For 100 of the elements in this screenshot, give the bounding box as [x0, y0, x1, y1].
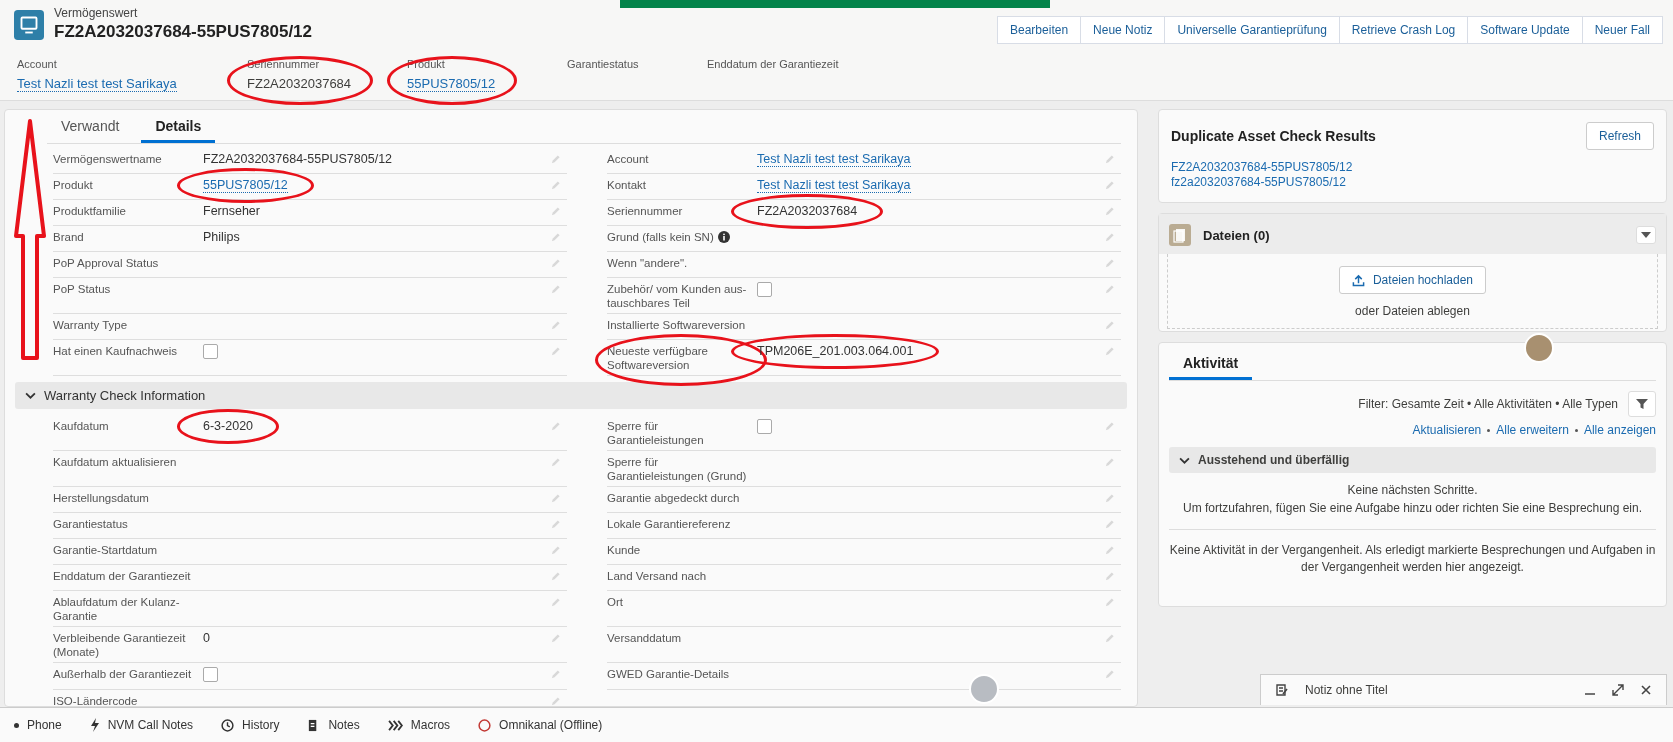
drop-zone[interactable]: Dateien hochladen oder Dateien ablegen: [1167, 254, 1658, 329]
pencil-icon[interactable]: [1104, 154, 1115, 165]
pencil-icon[interactable]: [1104, 320, 1115, 331]
pencil-icon[interactable]: [550, 320, 561, 331]
activity-link[interactable]: Aktualisieren: [1412, 423, 1482, 437]
separator-dot: [1487, 428, 1491, 432]
expand-icon[interactable]: [1612, 684, 1624, 696]
pencil-icon[interactable]: [550, 421, 561, 432]
close-icon[interactable]: [1640, 684, 1652, 696]
dropdown-button[interactable]: [1636, 226, 1656, 244]
utility-item[interactable]: Notes: [295, 714, 372, 736]
utility-item[interactable]: NVM Call Notes: [77, 714, 206, 736]
file-icon: [1169, 224, 1191, 246]
pencil-icon[interactable]: [1104, 457, 1115, 468]
checkbox[interactable]: [757, 282, 772, 297]
pencil-icon[interactable]: [550, 154, 561, 165]
utility-item[interactable]: History: [209, 714, 292, 736]
pencil-icon[interactable]: [1104, 669, 1115, 680]
pencil-icon[interactable]: [550, 493, 561, 504]
field-label: Wenn "andere".: [607, 256, 688, 270]
action-button[interactable]: Universelle Garantieprüfung: [1164, 16, 1340, 44]
pencil-icon[interactable]: [1104, 180, 1115, 191]
pencil-icon[interactable]: [550, 258, 561, 269]
activity-link[interactable]: Alle erweitern: [1496, 423, 1569, 437]
pencil-icon[interactable]: [550, 545, 561, 556]
action-button[interactable]: Neuer Fall: [1581, 16, 1663, 44]
field-label: Warranty Type: [53, 318, 128, 332]
highlight-link[interactable]: 55PUS7805/12: [407, 76, 496, 92]
field-label: Garantie-Startdatum: [53, 543, 158, 557]
pencil-icon[interactable]: [550, 669, 561, 680]
filter-button[interactable]: [1628, 391, 1656, 417]
field-label: Herstellungsdatum: [53, 491, 149, 505]
highlight-link[interactable]: Test Nazli test test Sarikaya: [17, 76, 177, 92]
utility-item[interactable]: Phone: [2, 714, 74, 736]
tab[interactable]: Details: [141, 110, 216, 143]
section-header[interactable]: Warranty Check Information: [15, 382, 1127, 409]
pencil-icon[interactable]: [1104, 206, 1115, 217]
field-label: Hat einen Kaufnachweis: [53, 344, 178, 358]
field-label: Außerhalb der Garantiezeit: [53, 667, 192, 681]
field-value: FZ2A2032037684-55PUS7805/12: [203, 152, 393, 166]
upload-icon: [1351, 273, 1365, 287]
pencil-icon[interactable]: [550, 284, 561, 295]
result-link[interactable]: FZ2A2032037684-55PUS7805/12: [1171, 160, 1654, 175]
field-value: FZ2A2032037684: [757, 204, 858, 218]
filter-icon: [1636, 398, 1648, 410]
pencil-icon[interactable]: [1104, 421, 1115, 432]
refresh-button[interactable]: Refresh: [1585, 122, 1654, 150]
empty-state-text: Keine nächsten Schritte.: [1347, 483, 1478, 497]
pencil-icon[interactable]: [550, 180, 561, 191]
action-button[interactable]: Retrieve Crash Log: [1338, 16, 1469, 44]
pencil-icon[interactable]: [1104, 571, 1115, 582]
pencil-icon[interactable]: [550, 597, 561, 608]
pencil-icon[interactable]: [550, 346, 561, 357]
checkbox[interactable]: [203, 344, 218, 359]
utility-item[interactable]: Omnikanal (Offline): [466, 714, 615, 736]
activity-link[interactable]: Alle anzeigen: [1583, 423, 1656, 437]
pencil-icon[interactable]: [1104, 597, 1115, 608]
pencil-icon[interactable]: [1104, 284, 1115, 295]
result-link[interactable]: fz2a2032037684-55PUS7805/12: [1171, 175, 1654, 190]
utility-item[interactable]: Macros: [375, 714, 463, 736]
pencil-icon[interactable]: [550, 571, 561, 582]
upload-button[interactable]: Dateien hochladen: [1338, 266, 1487, 294]
pencil-icon[interactable]: [550, 457, 561, 468]
pencil-icon[interactable]: [1104, 232, 1115, 243]
pencil-icon[interactable]: [1104, 633, 1115, 644]
action-button[interactable]: Software Update: [1467, 16, 1583, 44]
field-label: Installierte Softwareversion: [607, 318, 746, 332]
bolt-icon: [89, 718, 100, 732]
pencil-icon[interactable]: [550, 206, 561, 217]
card-title: Dateien (0): [1203, 227, 1270, 243]
pencil-icon[interactable]: [550, 633, 561, 644]
tab[interactable]: Aktivität: [1169, 347, 1253, 380]
tab[interactable]: Verwandt: [47, 110, 134, 143]
checkbox[interactable]: [203, 667, 218, 682]
action-button[interactable]: Neue Notiz: [1080, 16, 1166, 44]
field-label: Garantiestatus: [53, 517, 128, 531]
group-header[interactable]: Ausstehend und überfällig: [1169, 447, 1656, 473]
field-label: Garantie abgedeckt durch: [607, 491, 740, 505]
field-label: Kontakt: [607, 178, 646, 192]
field-label: PoP Approval Status: [53, 256, 159, 270]
checkbox[interactable]: [757, 419, 772, 434]
field-link[interactable]: Test Nazli test test Sarikaya: [757, 178, 911, 193]
field-link[interactable]: Test Nazli test test Sarikaya: [757, 152, 911, 167]
drop-hint: oder Dateien ablegen: [1355, 304, 1470, 318]
pencil-icon[interactable]: [1104, 519, 1115, 530]
status-circle-icon: [478, 718, 492, 732]
pencil-icon[interactable]: [1104, 545, 1115, 556]
field-link[interactable]: 55PUS7805/12: [203, 178, 288, 193]
pencil-icon[interactable]: [1104, 346, 1115, 357]
field-label: ISO-Ländercode: [53, 694, 138, 706]
section-title: Warranty Check Information: [44, 388, 206, 403]
pencil-icon[interactable]: [1104, 258, 1115, 269]
field-label: Kunde: [607, 543, 641, 557]
pencil-icon[interactable]: [550, 519, 561, 530]
field-label: Verbleibende Garantiezeit (Monate): [53, 631, 187, 659]
pencil-icon[interactable]: [550, 232, 561, 243]
pencil-icon[interactable]: [1104, 493, 1115, 504]
chevrons-icon: [387, 719, 403, 731]
action-button[interactable]: Bearbeiten: [997, 16, 1082, 44]
field-value: Fernseher: [203, 204, 260, 218]
